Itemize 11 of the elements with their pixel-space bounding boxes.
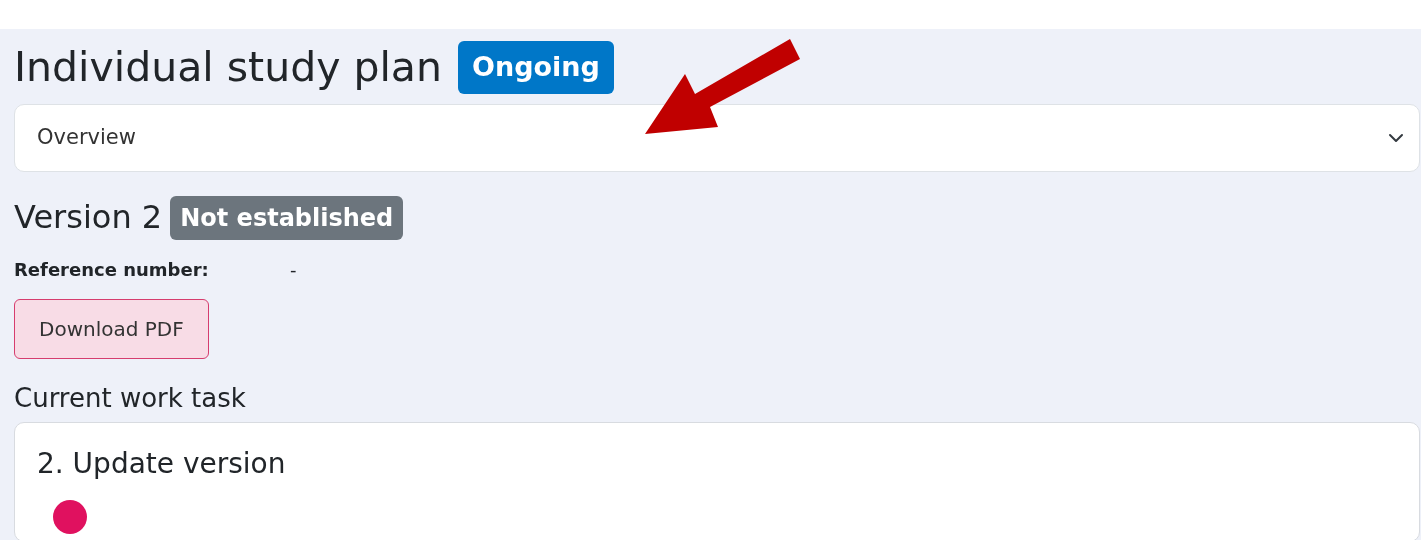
download-pdf-button[interactable]: Download PDF	[14, 298, 209, 359]
field-value: -	[290, 257, 297, 282]
view-select[interactable]: Overview	[14, 103, 1420, 172]
field-label: Reference number:	[14, 257, 210, 282]
page-title: Individual study plan	[14, 42, 442, 92]
status-badge: Ongoing	[458, 41, 614, 94]
card-title: 2. Update version	[37, 446, 287, 481]
section-heading: Current work task	[14, 382, 247, 414]
step-icon	[53, 500, 87, 535]
status-badge: Not established	[170, 195, 404, 240]
version-title: Version 2	[14, 198, 163, 237]
